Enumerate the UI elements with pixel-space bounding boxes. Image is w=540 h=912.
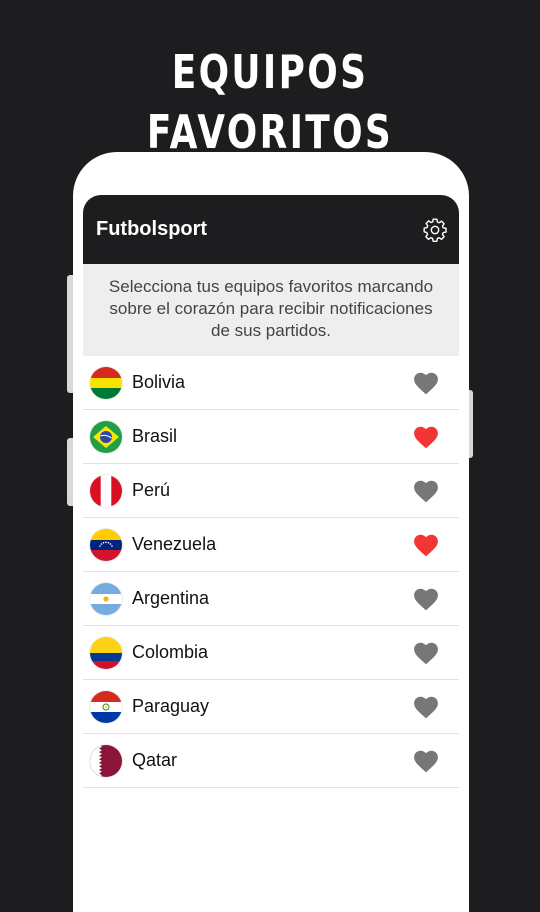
gear-icon[interactable] [421, 216, 449, 244]
peru-flag-icon [90, 475, 122, 507]
team-row-peru[interactable]: Perú [83, 464, 459, 518]
team-row-qatar[interactable]: Qatar [83, 734, 459, 788]
argentina-flag-icon [90, 583, 122, 615]
heart-icon[interactable] [413, 695, 439, 719]
phone-side-button [469, 390, 473, 458]
colombia-flag-icon [90, 637, 122, 669]
team-name: Bolivia [132, 372, 186, 392]
heart-icon[interactable] [413, 371, 439, 395]
team-name: Argentina [132, 588, 210, 608]
team-name: Qatar [132, 750, 178, 770]
venezuela-flag-icon [90, 529, 122, 561]
team-row-paraguay[interactable]: Paraguay [83, 680, 459, 734]
team-name: Perú [132, 480, 171, 500]
team-name: Colombia [132, 642, 209, 662]
brasil-flag-icon [90, 421, 122, 453]
heart-icon[interactable] [413, 749, 439, 773]
team-list: Bolivia Brasil Perú Venezuela Argentina Colom… [83, 356, 459, 788]
team-row-colombia[interactable]: Colombia [83, 626, 459, 680]
heart-icon[interactable] [413, 479, 439, 503]
app-bar: Futbolsport [83, 195, 459, 264]
heart-filled-icon[interactable] [413, 425, 439, 449]
heart-icon[interactable] [413, 587, 439, 611]
team-name: Paraguay [132, 696, 210, 716]
team-name: Brasil [132, 426, 178, 446]
app-title: Futbolsport [96, 218, 208, 240]
app-screen: Futbolsport Selecciona tus equipos favor… [83, 195, 459, 900]
intro-text: Selecciona tus equipos favoritos marcand… [83, 264, 459, 356]
bolivia-flag-icon [90, 367, 122, 399]
paraguay-flag-icon [90, 691, 122, 723]
team-row-bolivia[interactable]: Bolivia [83, 356, 459, 410]
heart-filled-icon[interactable] [413, 533, 439, 557]
team-row-argentina[interactable]: Argentina [83, 572, 459, 626]
team-name: Venezuela [132, 534, 217, 554]
promo-title: EQUIPOS FAVORITOS [146, 45, 394, 159]
team-row-brasil[interactable]: Brasil [83, 410, 459, 464]
heart-icon[interactable] [413, 641, 439, 665]
team-row-venezuela[interactable]: Venezuela [83, 518, 459, 572]
qatar-flag-icon [90, 745, 122, 777]
